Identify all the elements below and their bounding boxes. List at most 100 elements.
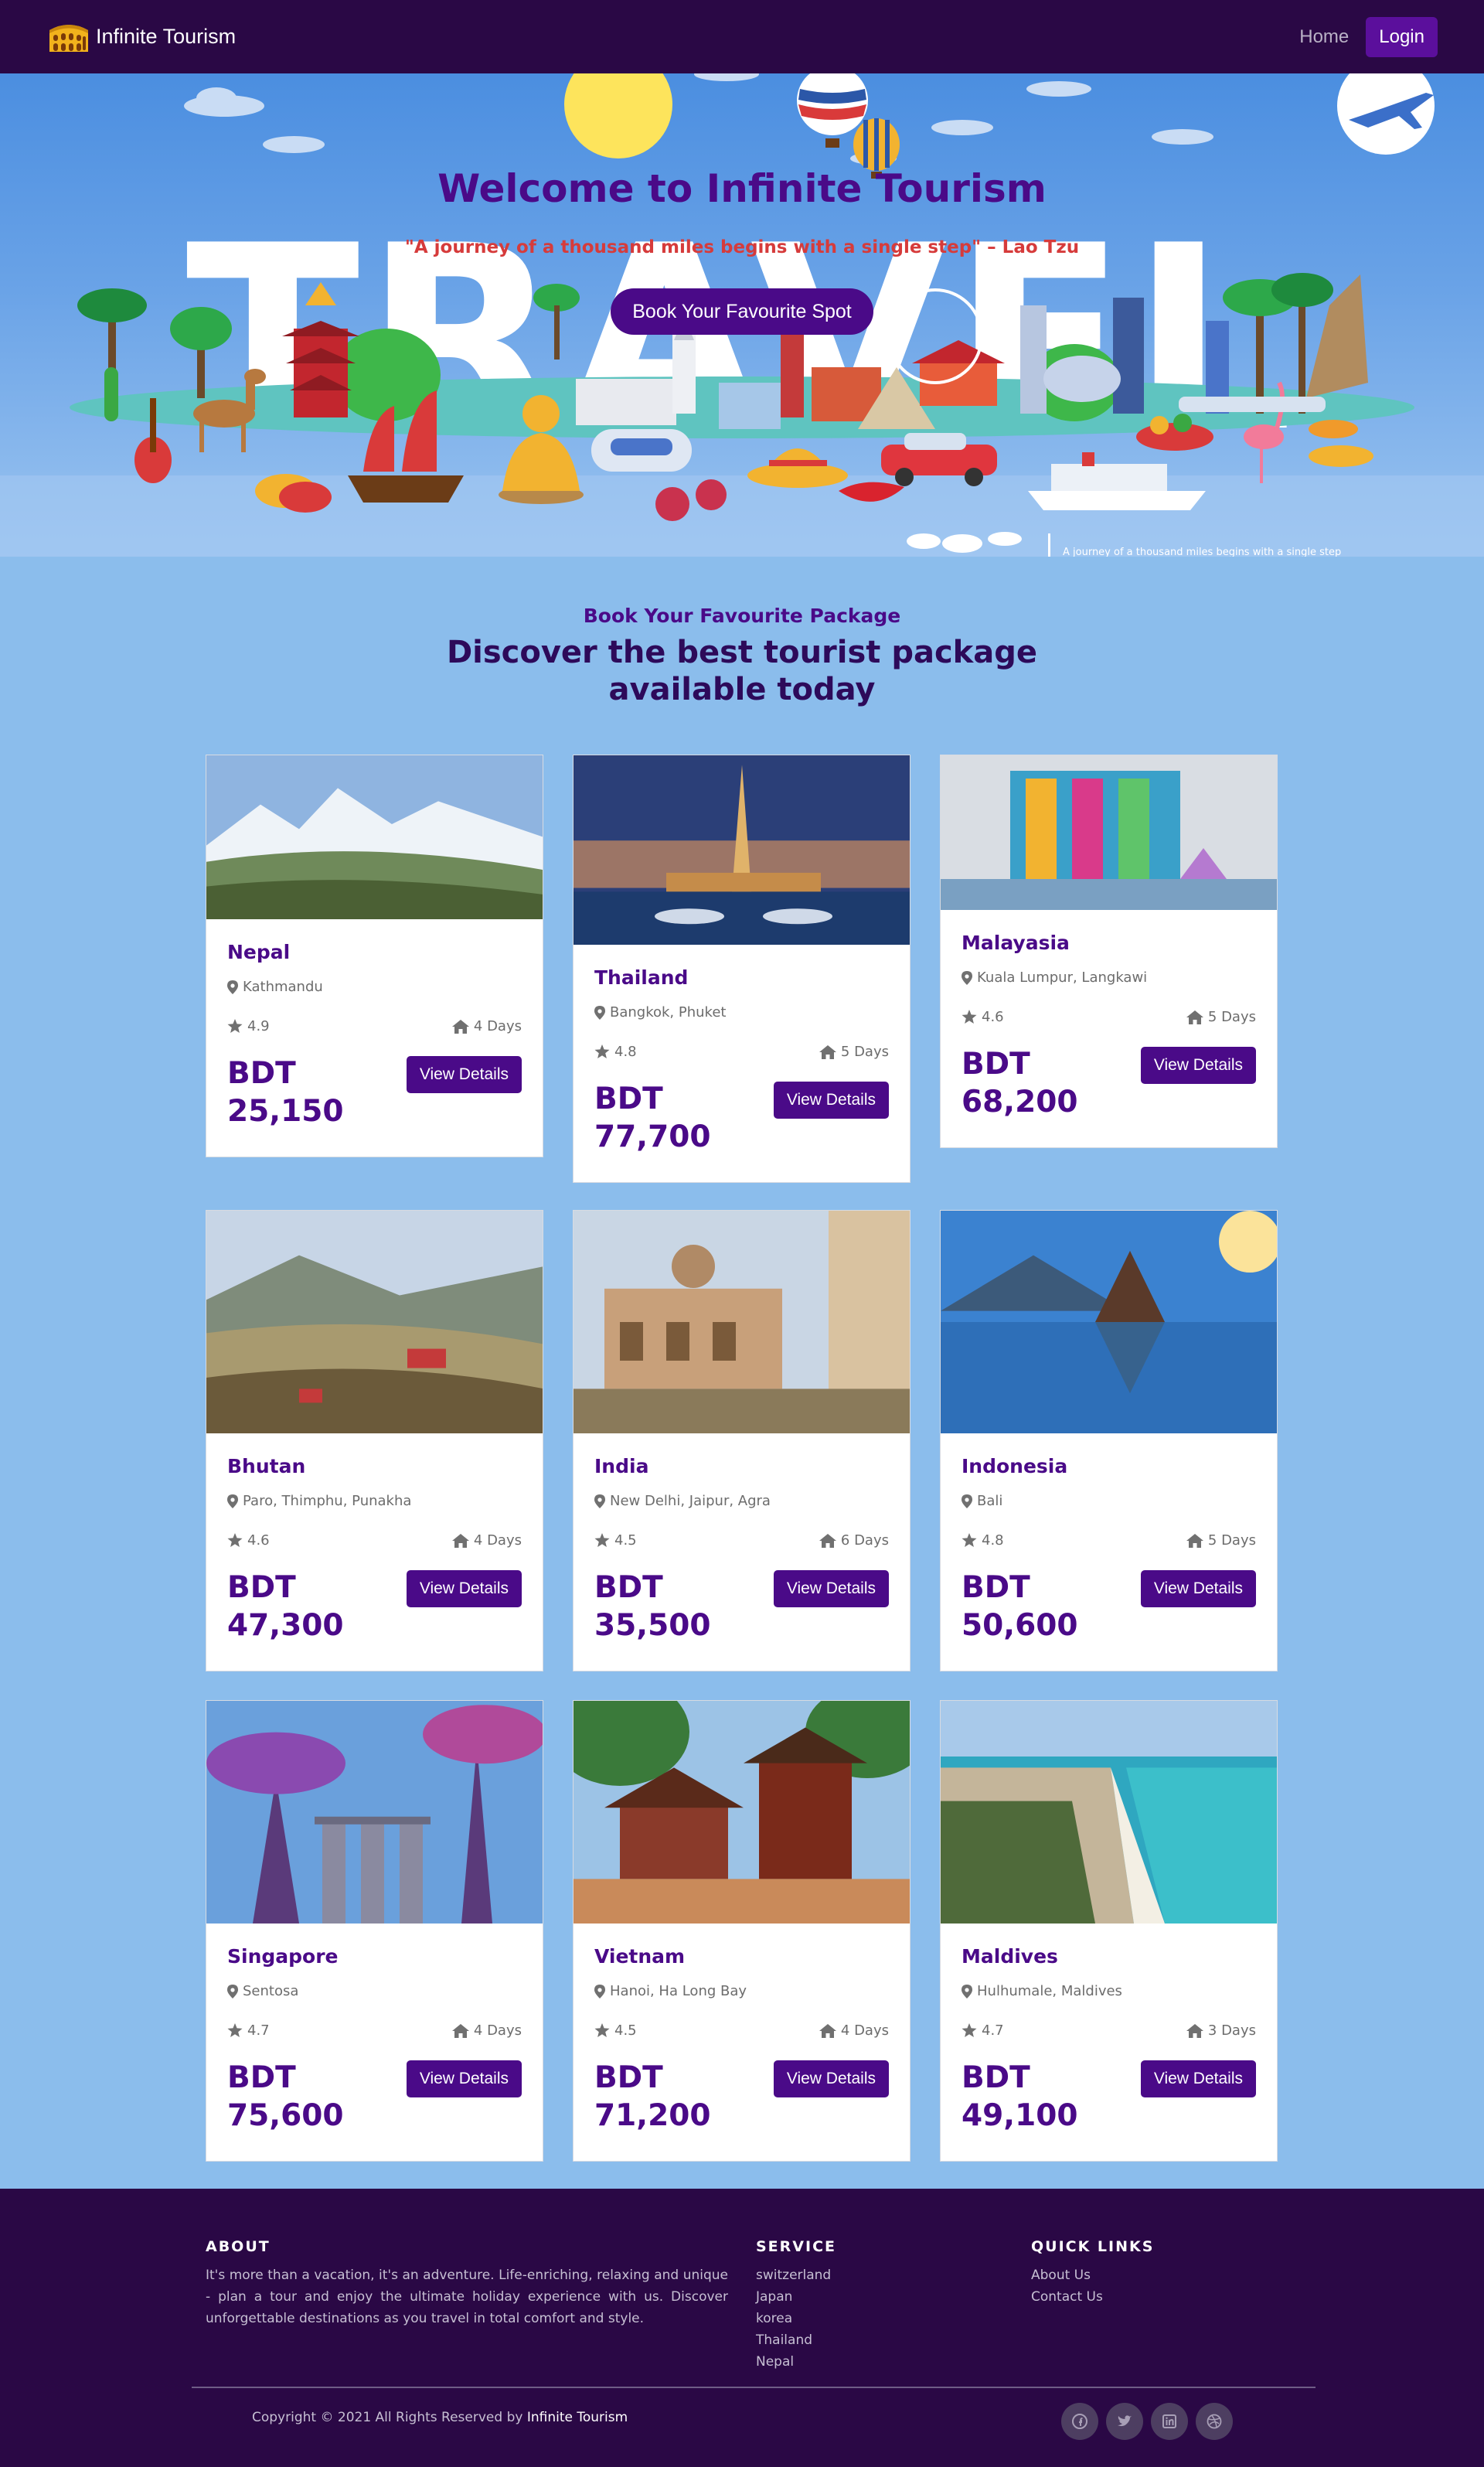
login-button[interactable]: Login <box>1366 16 1438 57</box>
card-footer: BDT 47,300 View Details <box>227 1569 522 1644</box>
footer-service-heading: SERVICE <box>756 2238 836 2255</box>
package-location: Paro, Thimphu, Punakha <box>227 1493 522 1509</box>
house-icon <box>1186 1533 1203 1548</box>
card-footer: BDT 25,150 View Details <box>227 1055 522 1130</box>
package-name: Thailand <box>594 966 689 989</box>
package-card-thailand: Thailand Bangkok, Phuket 4.8 5 Days BDT 7… <box>573 755 910 1183</box>
price-currency: BDT <box>227 1056 296 1091</box>
location-text: Kuala Lumpur, Langkawi <box>977 969 1148 986</box>
location-text: Kathmandu <box>243 979 323 995</box>
location-pin-icon <box>594 1005 605 1020</box>
service-item[interactable]: Nepal <box>756 2351 831 2373</box>
hero-title: Welcome to Infinite Tourism <box>437 166 1047 211</box>
price-amount: 35,500 <box>594 1608 711 1643</box>
packages-subtitle: Book Your Favourite Package <box>583 605 901 627</box>
card-body: Bhutan Paro, Thimphu, Punakha 4.6 4 Days… <box>206 1455 543 1671</box>
location-pin-icon <box>962 1984 972 1998</box>
view-details-button[interactable]: View Details <box>1140 1047 1256 1084</box>
package-image-frame <box>206 1701 543 1924</box>
facebook-icon[interactable] <box>1061 2403 1098 2440</box>
twitter-icon[interactable] <box>1106 2403 1143 2440</box>
package-image <box>941 1701 1277 1924</box>
duration-value: 5 Days <box>1207 1532 1256 1549</box>
hero-ticker-text: A journey of a thousand miles begins wit… <box>1063 547 1342 557</box>
rating: 4.8 <box>962 1532 1004 1549</box>
about-us-link[interactable]: About Us <box>1031 2264 1103 2286</box>
price-amount: 71,200 <box>594 2098 711 2133</box>
airplane-badge-icon <box>1337 73 1435 155</box>
package-name: Malayasia <box>962 932 1070 954</box>
package-image-frame <box>206 1211 543 1433</box>
price-currency: BDT <box>594 1082 663 1116</box>
star-icon <box>962 2023 977 2037</box>
star-icon <box>227 1533 243 1547</box>
view-details-button[interactable]: View Details <box>406 1056 522 1093</box>
view-details-button[interactable]: View Details <box>773 2060 889 2097</box>
card-footer: BDT 75,600 View Details <box>227 2059 522 2135</box>
footer-about-heading: ABOUT <box>206 2238 271 2255</box>
hero-quote: "A journey of a thousand miles begins wi… <box>404 237 1080 257</box>
contact-us-link[interactable]: Contact Us <box>1031 2286 1103 2308</box>
duration-value: 6 Days <box>840 1532 889 1549</box>
package-name: Vietnam <box>594 1945 686 1968</box>
price-currency: BDT <box>227 2060 296 2095</box>
train <box>1179 397 1326 412</box>
copyright-brand[interactable]: Infinite Tourism <box>527 2410 628 2425</box>
duration-value: 4 Days <box>473 1532 522 1549</box>
clouds <box>184 73 1213 165</box>
price-currency: BDT <box>227 1570 296 1605</box>
package-location: Bali <box>962 1493 1256 1509</box>
location-pin-icon <box>594 1984 605 1998</box>
star-icon <box>962 1010 977 1024</box>
rating-value: 4.6 <box>982 1009 1004 1025</box>
view-details-button[interactable]: View Details <box>406 1570 522 1607</box>
location-pin-icon <box>962 1494 972 1508</box>
view-details-button[interactable]: View Details <box>406 2060 522 2097</box>
view-details-button[interactable]: View Details <box>773 1082 889 1119</box>
linkedin-icon[interactable] <box>1151 2403 1188 2440</box>
price: BDT 47,300 <box>227 1569 344 1644</box>
package-location: New Delhi, Jaipur, Agra <box>594 1493 889 1509</box>
price-amount: 49,100 <box>962 2098 1078 2133</box>
duration-value: 5 Days <box>840 1044 889 1060</box>
service-item[interactable]: korea <box>756 2308 831 2329</box>
nav-home-link[interactable]: Home <box>1299 26 1349 48</box>
card-body: Nepal Kathmandu 4.9 4 Days BDT 25,150 Vie… <box>206 941 543 1157</box>
package-meta: 4.8 5 Days <box>594 1044 889 1060</box>
package-card-india: India New Delhi, Jaipur, Agra 4.5 6 Days… <box>573 1210 910 1671</box>
service-item[interactable]: switzerland <box>756 2264 831 2286</box>
dribbble-icon[interactable] <box>1196 2403 1233 2440</box>
house-icon <box>1186 1010 1203 1024</box>
price: BDT 35,500 <box>594 1569 711 1644</box>
brand[interactable]: Infinite Tourism <box>46 18 236 56</box>
view-details-button[interactable]: View Details <box>1140 1570 1256 1607</box>
rating-value: 4.6 <box>247 1532 270 1549</box>
card-body: India New Delhi, Jaipur, Agra 4.5 6 Days… <box>574 1455 910 1671</box>
price-currency: BDT <box>594 2060 663 2095</box>
star-icon <box>962 1533 977 1547</box>
package-location: Kuala Lumpur, Langkawi <box>962 969 1256 986</box>
duration: 5 Days <box>819 1044 889 1060</box>
service-item[interactable]: Japan <box>756 2286 831 2308</box>
package-name: Nepal <box>227 941 291 963</box>
price: BDT 49,100 <box>962 2059 1078 2135</box>
card-footer: BDT 68,200 View Details <box>962 1045 1256 1121</box>
star-icon <box>594 1533 610 1547</box>
rating-value: 4.9 <box>247 1018 270 1034</box>
location-text: Bali <box>977 1493 1003 1509</box>
rating: 4.5 <box>594 2022 637 2039</box>
footer-about-text: It's more than a vacation, it's an adven… <box>206 2268 728 2326</box>
card-body: Indonesia Bali 4.8 5 Days BDT 50,600 View… <box>941 1455 1277 1671</box>
package-image <box>941 1211 1277 1433</box>
package-image <box>574 1211 910 1433</box>
package-name: Maldives <box>962 1945 1058 1968</box>
package-meta: 4.7 4 Days <box>227 2022 522 2039</box>
service-item[interactable]: Thailand <box>756 2329 831 2351</box>
location-pin-icon <box>227 1494 238 1508</box>
price-amount: 77,700 <box>594 1119 711 1154</box>
rating: 4.6 <box>227 1532 270 1549</box>
view-details-button[interactable]: View Details <box>773 1570 889 1607</box>
book-favourite-spot-button[interactable]: Book Your Favourite Spot <box>611 288 873 335</box>
view-details-button[interactable]: View Details <box>1140 2060 1256 2097</box>
package-name: India <box>594 1455 649 1477</box>
